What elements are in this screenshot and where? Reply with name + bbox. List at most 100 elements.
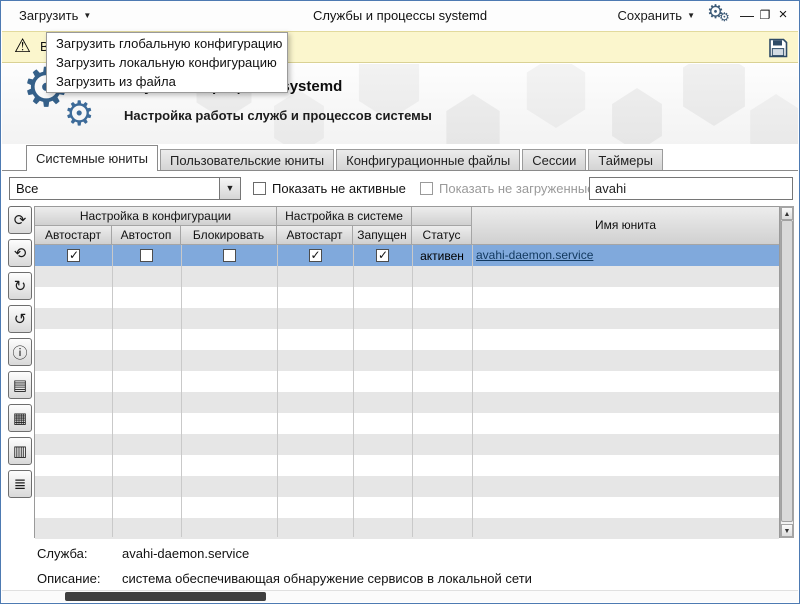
journal-button[interactable]: ▦ xyxy=(8,404,32,432)
refresh-icon: ⟳ xyxy=(14,211,27,229)
show-inactive-label[interactable]: Показать не активные xyxy=(272,177,406,200)
column-header-autostart-system[interactable]: Автостарт xyxy=(277,226,353,245)
unit-type-filter-combobox[interactable]: Все ▼ xyxy=(9,177,241,200)
redo-button[interactable]: ↻ xyxy=(8,272,32,300)
show-unloaded-label: Показать не загруженные xyxy=(439,177,594,200)
column-header-autostart-config[interactable]: Автостарт xyxy=(35,226,112,245)
tab-bar: Системные юниты Пользовательские юниты К… xyxy=(2,145,798,171)
table-row-empty[interactable] xyxy=(35,308,779,329)
table-row-empty[interactable] xyxy=(35,392,779,413)
minimize-icon: — xyxy=(740,7,754,23)
scroll-up-button[interactable]: ▲ xyxy=(781,207,793,220)
info-icon: ⓘ xyxy=(12,342,27,363)
running-checkbox[interactable] xyxy=(376,249,389,262)
reread-config-button[interactable]: ⟲ xyxy=(8,239,32,267)
table-row-empty[interactable] xyxy=(35,329,779,350)
column-divider xyxy=(277,245,278,537)
table-row-empty[interactable] xyxy=(35,497,779,518)
column-divider xyxy=(472,245,473,537)
table-row-empty[interactable] xyxy=(35,413,779,434)
block-checkbox[interactable] xyxy=(223,249,236,262)
autostart-system-checkbox[interactable] xyxy=(309,249,322,262)
close-button[interactable]: × xyxy=(773,1,793,31)
table-row-empty[interactable] xyxy=(35,371,779,392)
settings-button[interactable]: ⚙ ⚙ xyxy=(707,4,733,28)
tab-system-units[interactable]: Системные юниты xyxy=(26,145,158,171)
hexagon-decoration xyxy=(746,94,798,144)
table-row-empty[interactable] xyxy=(35,518,779,539)
combobox-arrow-button[interactable]: ▼ xyxy=(219,178,240,199)
save-config-button[interactable] xyxy=(766,36,790,60)
chevron-down-icon: ▼ xyxy=(83,11,91,20)
tab-timers[interactable]: Таймеры xyxy=(588,149,663,170)
gear-small-icon: ⚙ xyxy=(64,94,94,134)
horizontal-scrollbar-thumb[interactable] xyxy=(65,592,266,601)
left-toolbar: ⟳ ⟲ ↻ ↺ ⓘ ▤ ▦ ▥ ≣ xyxy=(8,206,34,503)
column-group-config: Настройка в конфигурации xyxy=(35,207,277,226)
maximize-button[interactable]: ❐ xyxy=(755,1,775,31)
tab-config-files[interactable]: Конфигурационные файлы xyxy=(336,149,520,170)
undo-button[interactable]: ↺ xyxy=(8,305,32,333)
status-value: активен xyxy=(412,245,472,266)
floppy-disk-icon xyxy=(766,36,790,60)
table-row-empty[interactable] xyxy=(35,455,779,476)
column-header-autostop[interactable]: Автостоп xyxy=(112,226,181,245)
arrow-up-icon: ▲ xyxy=(784,211,791,218)
vertical-scrollbar-thumb[interactable] xyxy=(781,220,793,522)
description-value: система обеспечивающая обнаружение серви… xyxy=(122,571,532,586)
column-header-running[interactable]: Запущен xyxy=(353,226,412,245)
redo-icon: ↻ xyxy=(14,277,27,295)
hexagon-decoration xyxy=(608,88,666,144)
table-row-empty[interactable] xyxy=(35,350,779,371)
column-group-system: Настройка в системе xyxy=(277,207,412,226)
service-value: avahi-daemon.service xyxy=(122,546,249,561)
unit-search-input[interactable] xyxy=(589,177,793,200)
table-row-empty[interactable] xyxy=(35,287,779,308)
minimize-button[interactable]: — xyxy=(737,1,757,31)
vertical-scrollbar[interactable]: ▲ ▼ xyxy=(780,206,794,538)
show-unloaded-checkbox[interactable] xyxy=(420,182,433,195)
column-header-unit-name[interactable]: Имя юнита xyxy=(472,207,779,245)
tab-user-units[interactable]: Пользовательские юниты xyxy=(160,149,334,170)
hexagon-decoration xyxy=(678,64,750,126)
units-table: Настройка в конфигурации Настройка в сис… xyxy=(34,206,780,538)
list-icon: ≣ xyxy=(14,475,27,493)
column-header-status[interactable]: Статус xyxy=(412,226,472,245)
tab-sessions[interactable]: Сессии xyxy=(522,149,586,170)
app-window: Загрузить▼ Службы и процессы systemd Сох… xyxy=(0,0,800,604)
table-row-selected[interactable]: активен avahi-daemon.service xyxy=(35,245,779,266)
close-icon: × xyxy=(779,6,788,23)
warning-icon: ⚠ xyxy=(14,35,31,58)
unit-name-link[interactable]: avahi-daemon.service xyxy=(476,245,593,266)
save-menu-button[interactable]: Сохранить▼ xyxy=(617,1,695,31)
table-row-empty[interactable] xyxy=(35,266,779,287)
unit-type-filter-value: Все xyxy=(16,178,38,199)
scroll-down-button[interactable]: ▼ xyxy=(781,524,793,537)
load-menu-button[interactable]: Загрузить ▼ xyxy=(19,1,91,31)
unit-info-button[interactable]: ⓘ xyxy=(8,338,32,366)
hexagon-decoration xyxy=(522,64,590,128)
log-button[interactable]: ▥ xyxy=(8,437,32,465)
menu-item-load-global-config[interactable]: Загрузить глобальную конфигурацию xyxy=(47,34,287,53)
load-menu-button-label: Загрузить xyxy=(19,8,78,23)
log-icon: ▥ xyxy=(13,442,27,460)
menu-item-load-from-file[interactable]: Загрузить из файла xyxy=(47,72,287,91)
description-label: Описание: xyxy=(37,571,100,586)
gear-small-icon: ⚙ xyxy=(719,10,730,24)
show-inactive-checkbox[interactable] xyxy=(253,182,266,195)
config-file-button[interactable]: ▤ xyxy=(8,371,32,399)
column-divider xyxy=(412,245,413,537)
horizontal-scrollbar[interactable] xyxy=(2,590,798,602)
title-bar: Загрузить▼ Службы и процессы systemd Сох… xyxy=(1,1,799,31)
table-row-empty[interactable] xyxy=(35,476,779,497)
autostart-config-checkbox[interactable] xyxy=(67,249,80,262)
column-header-block[interactable]: Блокировать xyxy=(181,226,277,245)
load-dropdown-menu: Загрузить глобальную конфигурацию Загруз… xyxy=(46,32,288,93)
autostop-checkbox[interactable] xyxy=(140,249,153,262)
menu-item-load-local-config[interactable]: Загрузить локальную конфигурацию xyxy=(47,53,287,72)
table-row-empty[interactable] xyxy=(35,434,779,455)
column-divider xyxy=(353,245,354,537)
refresh-button[interactable]: ⟳ xyxy=(8,206,32,234)
unit-list-button[interactable]: ≣ xyxy=(8,470,32,498)
column-group-empty xyxy=(412,207,472,226)
